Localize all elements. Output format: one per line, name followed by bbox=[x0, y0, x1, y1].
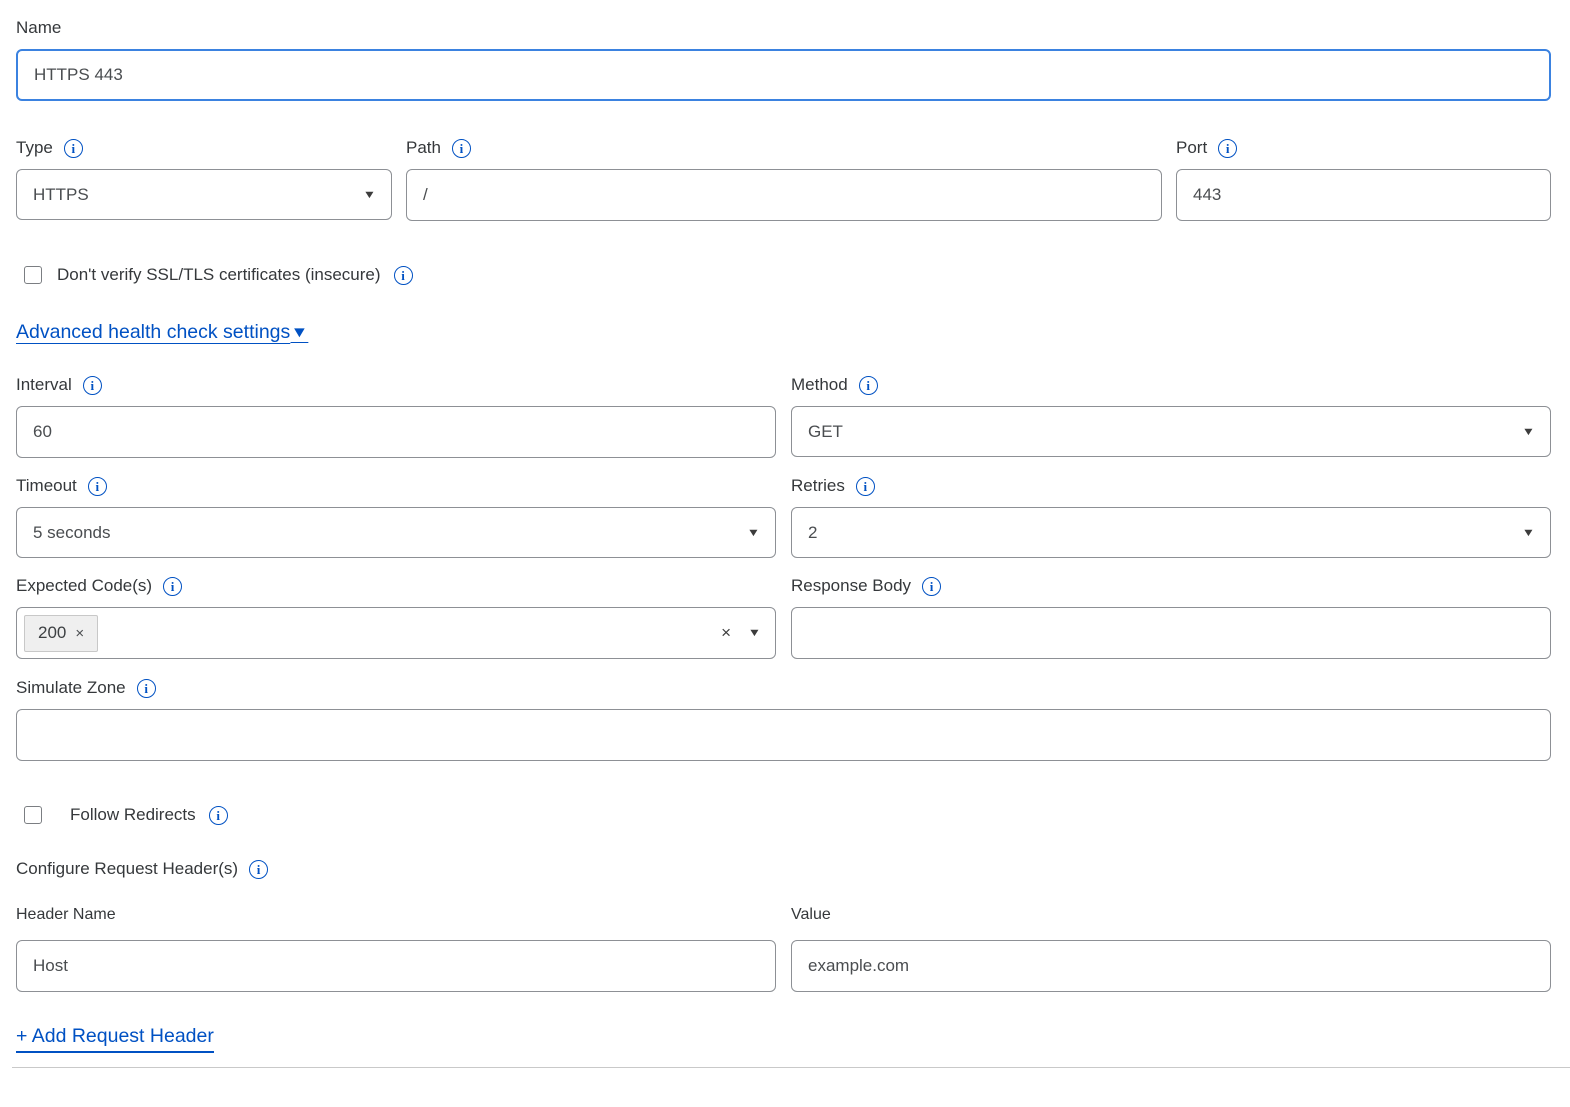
expected-codes-info-icon[interactable]: i bbox=[163, 577, 182, 596]
path-input[interactable] bbox=[406, 169, 1162, 221]
ssl-verify-label: Don't verify SSL/TLS certificates (insec… bbox=[57, 265, 381, 285]
timeout-retries-row: Timeout i 5 seconds ▼ Retries i 2 ▼ bbox=[16, 476, 1551, 558]
retries-select-value: 2 bbox=[808, 523, 817, 543]
retries-label: Retries bbox=[791, 476, 845, 496]
follow-redirects-checkbox[interactable] bbox=[24, 806, 42, 824]
expected-codes-multiselect[interactable]: 200 × × ▼ bbox=[16, 607, 776, 659]
port-label: Port bbox=[1176, 138, 1207, 158]
path-info-icon[interactable]: i bbox=[452, 139, 471, 158]
response-body-label: Response Body bbox=[791, 576, 911, 596]
caret-down-icon: ▼ bbox=[363, 189, 377, 201]
health-check-form: Name Type i HTTPS ▼ Path i Port i bbox=[0, 0, 1570, 1088]
expected-code-tag-value: 200 bbox=[38, 623, 66, 643]
timeout-info-icon[interactable]: i bbox=[88, 477, 107, 496]
response-body-input[interactable] bbox=[791, 607, 1551, 659]
simulate-zone-group: Simulate Zone i bbox=[16, 678, 1551, 761]
simulate-zone-info-icon[interactable]: i bbox=[137, 679, 156, 698]
advanced-settings-link[interactable]: Advanced health check settings▼ bbox=[16, 321, 307, 344]
caret-down-icon: ▼ bbox=[747, 527, 761, 539]
timeout-label: Timeout bbox=[16, 476, 77, 496]
interval-method-row: Interval i Method i GET ▼ bbox=[16, 375, 1551, 458]
clear-all-icon[interactable]: × bbox=[721, 623, 731, 643]
retries-select[interactable]: 2 ▼ bbox=[791, 507, 1551, 558]
method-select[interactable]: GET ▼ bbox=[791, 406, 1551, 457]
ssl-verify-checkbox[interactable] bbox=[24, 266, 42, 284]
header-value-input[interactable] bbox=[791, 940, 1551, 992]
configure-request-headers-info-icon[interactable]: i bbox=[249, 860, 268, 879]
retries-info-icon[interactable]: i bbox=[856, 477, 875, 496]
follow-redirects-row: Follow Redirects i bbox=[16, 805, 1551, 825]
ssl-verify-info-icon[interactable]: i bbox=[394, 266, 413, 285]
interval-info-icon[interactable]: i bbox=[83, 376, 102, 395]
timeout-select-value: 5 seconds bbox=[33, 523, 111, 543]
type-select-value: HTTPS bbox=[33, 185, 89, 205]
expected-codes-label: Expected Code(s) bbox=[16, 576, 152, 596]
name-input[interactable] bbox=[16, 49, 1551, 101]
request-header-row: Header Name Value bbox=[16, 906, 1551, 992]
follow-redirects-label: Follow Redirects bbox=[70, 805, 196, 825]
name-label: Name bbox=[16, 18, 61, 38]
interval-input[interactable] bbox=[16, 406, 776, 458]
type-select[interactable]: HTTPS ▼ bbox=[16, 169, 392, 220]
response-body-info-icon[interactable]: i bbox=[922, 577, 941, 596]
header-name-input[interactable] bbox=[16, 940, 776, 992]
section-divider bbox=[12, 1067, 1570, 1068]
port-info-icon[interactable]: i bbox=[1218, 139, 1237, 158]
method-select-value: GET bbox=[808, 422, 843, 442]
add-request-header-link[interactable]: + Add Request Header bbox=[16, 1025, 214, 1053]
type-path-port-row: Type i HTTPS ▼ Path i Port i bbox=[16, 138, 1551, 221]
caret-down-icon: ▼ bbox=[291, 324, 309, 341]
header-name-column-label: Header Name bbox=[16, 906, 776, 924]
configure-request-headers-label: Configure Request Header(s) bbox=[16, 859, 238, 879]
port-input[interactable] bbox=[1176, 169, 1551, 221]
simulate-zone-label: Simulate Zone bbox=[16, 678, 126, 698]
follow-redirects-info-icon[interactable]: i bbox=[209, 806, 228, 825]
header-value-column-label: Value bbox=[791, 906, 1551, 924]
advanced-settings-link-label: Advanced health check settings bbox=[16, 321, 290, 344]
expected-code-tag[interactable]: 200 × bbox=[24, 615, 98, 652]
method-label: Method bbox=[791, 375, 848, 395]
tag-remove-icon[interactable]: × bbox=[75, 625, 84, 642]
simulate-zone-input[interactable] bbox=[16, 709, 1551, 761]
name-field-group: Name bbox=[16, 18, 1551, 101]
type-label: Type bbox=[16, 138, 53, 158]
timeout-select[interactable]: 5 seconds ▼ bbox=[16, 507, 776, 558]
path-label: Path bbox=[406, 138, 441, 158]
caret-down-icon[interactable]: ▼ bbox=[748, 627, 762, 639]
interval-label: Interval bbox=[16, 375, 72, 395]
type-info-icon[interactable]: i bbox=[64, 139, 83, 158]
method-info-icon[interactable]: i bbox=[859, 376, 878, 395]
caret-down-icon: ▼ bbox=[1522, 527, 1536, 539]
ssl-verify-row: Don't verify SSL/TLS certificates (insec… bbox=[16, 265, 1551, 285]
codes-body-row: Expected Code(s) i 200 × × ▼ Response Bo… bbox=[16, 576, 1551, 659]
caret-down-icon: ▼ bbox=[1522, 426, 1536, 438]
